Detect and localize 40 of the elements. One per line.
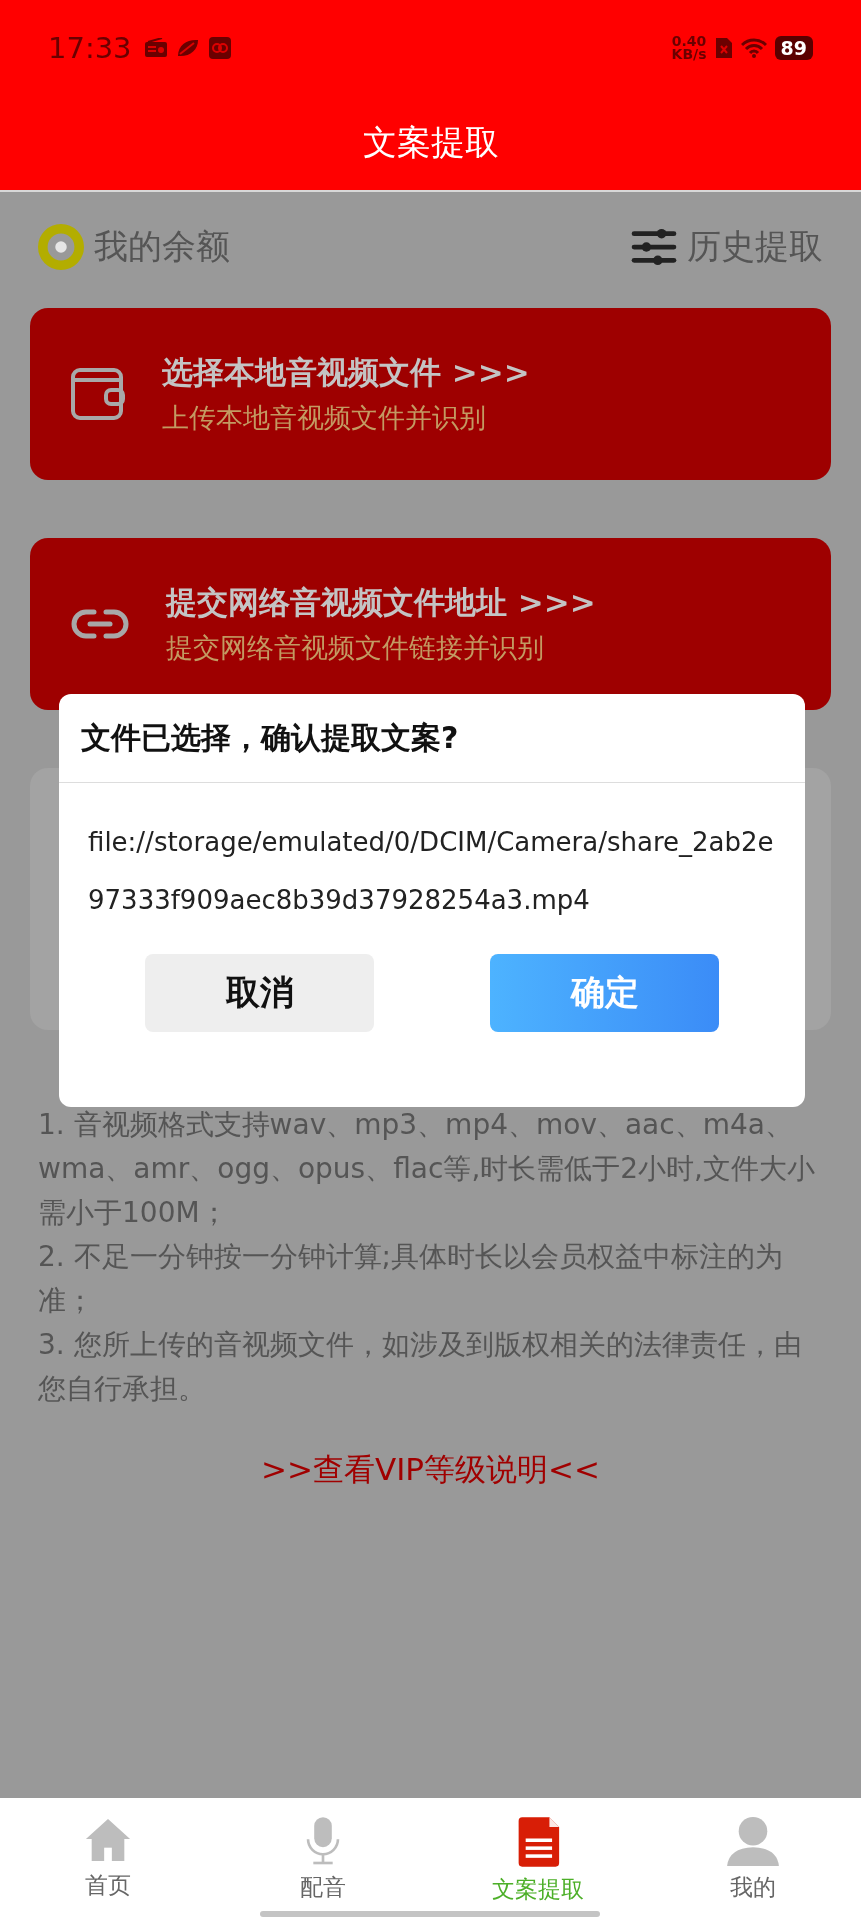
nav-tab[interactable]: 配音 <box>215 1798 431 1910</box>
note-text: 3. 您所上传的音视频文件，如涉及到版权相关的法律责任，由您自行承担。 <box>38 1327 803 1407</box>
note-text: 1. 音视频格式支持wav、mp3、mp4、mov、aac、m4a、wma、amr、ogg、opus、flac等,时长需低于2小时,文件大小需小于100M； <box>38 1107 816 1231</box>
card-title: 提交网络音视频文件地址 >>> <box>166 583 596 622</box>
sim-card-icon <box>714 36 733 59</box>
person-icon <box>726 1816 781 1866</box>
house-icon <box>83 1816 132 1864</box>
card-subtitle: 上传本地音视频文件并识别 <box>162 401 487 435</box>
wifi-icon <box>740 37 767 58</box>
page-title: 文案提取 <box>362 120 499 164</box>
cancel-button[interactable]: 取消 <box>145 954 374 1032</box>
app-icon <box>207 35 232 60</box>
clock-time: 17:33 <box>48 30 132 65</box>
balance-label[interactable]: 我的余额 <box>94 224 230 270</box>
nav-tab[interactable]: 我的 <box>645 1798 861 1910</box>
tab-label: 首页 <box>84 1871 131 1900</box>
wallet-icon <box>70 366 126 422</box>
coin-icon <box>38 224 84 270</box>
tab-label: 配音 <box>299 1873 346 1902</box>
note-text: 2. 不足一分钟按一分钟计算;具体时长以会员权益中标注的为准； <box>38 1239 785 1319</box>
vip-link[interactable]: >>查看VIP等级说明<< <box>261 1451 600 1487</box>
leaf-icon <box>175 37 200 58</box>
file-path: file://storage/emulated/0/DCIM/Camera/share_2ab2e97333f909aec8b39d37928254a3.mp4 <box>87 826 775 917</box>
document-icon <box>516 1816 561 1868</box>
sliders-icon[interactable] <box>631 228 677 266</box>
action-card[interactable]: 选择本地音视频文件 >>> 上传本地音视频文件并识别 <box>30 308 831 480</box>
radio-icon <box>143 37 168 58</box>
battery-level: 89 <box>774 35 813 60</box>
dialog-title: 文件已选择，确认提取文案? <box>81 718 459 757</box>
history-link[interactable]: 历史提取 <box>687 224 823 270</box>
tab-label: 文案提取 <box>492 1875 585 1904</box>
speed-unit: KB/s <box>671 47 707 61</box>
action-card[interactable]: 提交网络音视频文件地址 >>> 提交网络音视频文件链接并识别 <box>30 538 831 710</box>
card-subtitle: 提交网络音视频文件链接并识别 <box>166 631 545 665</box>
nav-tab[interactable]: 首页 <box>0 1798 216 1910</box>
confirm-button[interactable]: 确定 <box>490 954 719 1032</box>
card-title: 选择本地音视频文件 >>> <box>162 353 530 392</box>
nav-tab[interactable]: 文案提取 <box>430 1798 646 1910</box>
tab-label: 我的 <box>730 1873 777 1902</box>
network-speed: 0.40 <box>671 34 707 48</box>
